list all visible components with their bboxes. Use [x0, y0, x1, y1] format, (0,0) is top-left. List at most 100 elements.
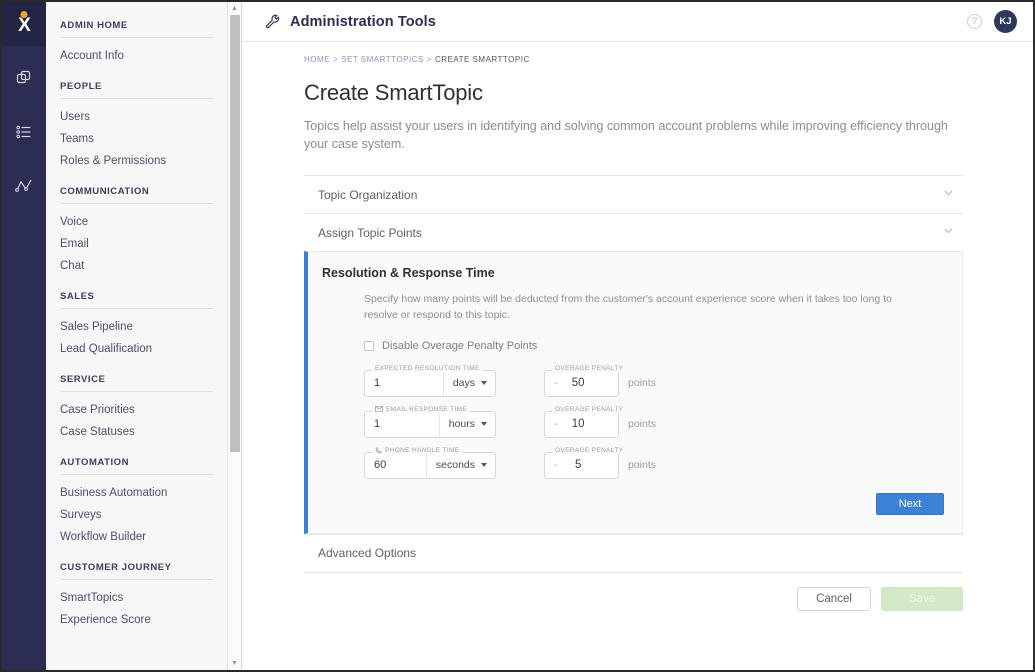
nav-group: SALES Sales Pipeline Lead Qualification	[46, 291, 227, 360]
save-button[interactable]: Save	[881, 587, 963, 611]
breadcrumb-separator: >	[333, 55, 338, 64]
divider	[60, 37, 213, 38]
app-logo[interactable]: X	[2, 2, 46, 46]
unit-label: days	[453, 377, 475, 389]
overage-penalty-input-resolution[interactable]: OVERAGE PENALTY - 50	[544, 370, 619, 397]
sidebar-item-sales-pipeline[interactable]: Sales Pipeline	[46, 316, 227, 338]
sidebar-item-chat[interactable]: Chat	[46, 255, 227, 277]
page-description: Topics help assist your users in identif…	[304, 117, 963, 153]
sidebar-item-email[interactable]: Email	[46, 233, 227, 255]
accordion-assign-topic-points[interactable]: Assign Topic Points	[304, 213, 963, 251]
field-legend: OVERAGE PENALTY	[552, 447, 626, 454]
email-response-time-input[interactable]: EMAIL RESPONSE TIME 1 hours	[364, 411, 496, 438]
form-sections: Topic Organization Assign Topic Points R…	[304, 175, 963, 573]
nav-group-title-communication: COMMUNICATION	[46, 186, 227, 203]
nav-group-title-customer-journey: CUSTOMER JOURNEY	[46, 562, 227, 579]
caret-down-icon	[481, 381, 487, 385]
breadcrumb: HOME>SET SMARTTOPICS>CREATE SMARTTOPIC	[242, 42, 1033, 64]
unit-label: seconds	[436, 459, 475, 471]
sidebar-item-case-statuses[interactable]: Case Statuses	[46, 421, 227, 443]
sidebar-item-teams[interactable]: Teams	[46, 128, 227, 150]
nav-group-title-admin-home: ADMIN HOME	[46, 20, 227, 37]
penalty-group: OVERAGE PENALTY - 50 points	[544, 370, 656, 397]
scroll-down-icon[interactable]: ▼	[231, 660, 238, 667]
analytics-icon	[14, 176, 34, 196]
expected-resolution-time-unit-select[interactable]: days	[443, 371, 495, 396]
sidebar-nav: ADMIN HOME Account Info PEOPLE Users Tea…	[46, 2, 242, 670]
phone-icon	[375, 447, 382, 454]
sidebar-item-users[interactable]: Users	[46, 106, 227, 128]
email-response-time-unit-select[interactable]: hours	[439, 412, 495, 437]
accordion-advanced-options[interactable]: Advanced Options	[304, 534, 963, 572]
panel-title: Resolution & Response Time	[322, 266, 944, 280]
phone-handle-time-input[interactable]: PHONE HANDLE TIME 60 seconds	[364, 452, 496, 479]
top-bar: Administration Tools ? KJ	[242, 2, 1033, 42]
divider	[60, 203, 213, 204]
logo-letter: X	[18, 16, 30, 35]
penalty-value: 50	[557, 377, 609, 389]
avatar[interactable]: KJ	[994, 10, 1017, 33]
layers-icon	[15, 69, 33, 87]
logo-dot-icon	[21, 11, 28, 18]
rail-item-analytics[interactable]	[2, 164, 46, 208]
sidebar-item-smarttopics[interactable]: SmartTopics	[46, 587, 227, 609]
accordion-label: Topic Organization	[318, 188, 417, 202]
breadcrumb-set-smarttopics[interactable]: SET SMARTTOPICS	[341, 55, 424, 64]
accordion-label: Advanced Options	[318, 546, 416, 560]
sidebar-item-roles-permissions[interactable]: Roles & Permissions	[46, 150, 227, 172]
rail-item-layers[interactable]	[2, 56, 46, 100]
field-value: 60	[365, 459, 426, 471]
checkbox-box[interactable]	[364, 341, 374, 351]
unit-label: hours	[449, 418, 475, 430]
field-value: 1	[365, 418, 439, 430]
help-icon[interactable]: ?	[967, 14, 982, 29]
wrench-icon	[264, 13, 281, 30]
panel-actions: Next	[322, 493, 944, 515]
sidebar-item-account-info[interactable]: Account Info	[46, 45, 227, 67]
caret-down-icon	[481, 422, 487, 426]
sidebar-item-business-automation[interactable]: Business Automation	[46, 482, 227, 504]
field-legend: OVERAGE PENALTY	[552, 365, 626, 372]
breadcrumb-current: CREATE SMARTTOPIC	[435, 55, 530, 64]
sidebar-scrollbar[interactable]: ▲ ▼	[227, 2, 241, 670]
resolution-response-time-panel: Resolution & Response Time Specify how m…	[304, 251, 963, 534]
overage-penalty-input-phone[interactable]: OVERAGE PENALTY - 5	[544, 452, 619, 479]
points-label: points	[628, 377, 656, 389]
time-penalty-fields: EXPECTED RESOLUTION TIME 1 days	[364, 370, 944, 479]
field-legend: EXPECTED RESOLUTION TIME	[372, 365, 483, 372]
main-content: Administration Tools ? KJ HOME>SET SMART…	[242, 2, 1033, 670]
field-value: 1	[365, 377, 443, 389]
scroll-up-icon[interactable]: ▲	[231, 5, 238, 12]
scrollbar-thumb[interactable]	[230, 15, 240, 452]
penalty-group: OVERAGE PENALTY - 5 points	[544, 452, 656, 479]
disable-overage-penalty-checkbox[interactable]: Disable Overage Penalty Points	[364, 340, 944, 352]
sidebar-item-surveys[interactable]: Surveys	[46, 504, 227, 526]
sidebar-item-lead-qualification[interactable]: Lead Qualification	[46, 338, 227, 360]
sidebar-scroll-area: ADMIN HOME Account Info PEOPLE Users Tea…	[46, 2, 227, 670]
nav-group: AUTOMATION Business Automation Surveys W…	[46, 457, 227, 548]
accordion-topic-organization[interactable]: Topic Organization	[304, 175, 963, 213]
sidebar-item-case-priorities[interactable]: Case Priorities	[46, 399, 227, 421]
cancel-button[interactable]: Cancel	[797, 587, 871, 611]
caret-down-icon	[481, 463, 487, 467]
phone-handle-time-unit-select[interactable]: seconds	[426, 453, 495, 478]
nav-group-title-automation: AUTOMATION	[46, 457, 227, 474]
nav-group: COMMUNICATION Voice Email Chat	[46, 186, 227, 277]
points-label: points	[628, 418, 656, 430]
sidebar-item-workflow-builder[interactable]: Workflow Builder	[46, 526, 227, 548]
sidebar-item-experience-score[interactable]: Experience Score	[46, 609, 227, 631]
next-button[interactable]: Next	[876, 493, 944, 515]
top-bar-actions: ? KJ	[967, 10, 1017, 33]
overage-penalty-input-email[interactable]: OVERAGE PENALTY - 10	[544, 411, 619, 438]
breadcrumb-home[interactable]: HOME	[304, 55, 330, 64]
field-legend: OVERAGE PENALTY	[552, 406, 626, 413]
divider	[60, 579, 213, 580]
sidebar-item-voice[interactable]: Voice	[46, 211, 227, 233]
nav-group-title-sales: SALES	[46, 291, 227, 308]
expected-resolution-time-input[interactable]: EXPECTED RESOLUTION TIME 1 days	[364, 370, 496, 397]
scrollbar-track[interactable]	[230, 15, 240, 657]
penalty-value: 10	[557, 418, 609, 430]
field-legend: EMAIL RESPONSE TIME	[372, 406, 470, 413]
rail-item-list[interactable]	[2, 110, 46, 154]
page-content: HOME>SET SMARTTOPICS>CREATE SMARTTOPIC C…	[242, 42, 1033, 670]
